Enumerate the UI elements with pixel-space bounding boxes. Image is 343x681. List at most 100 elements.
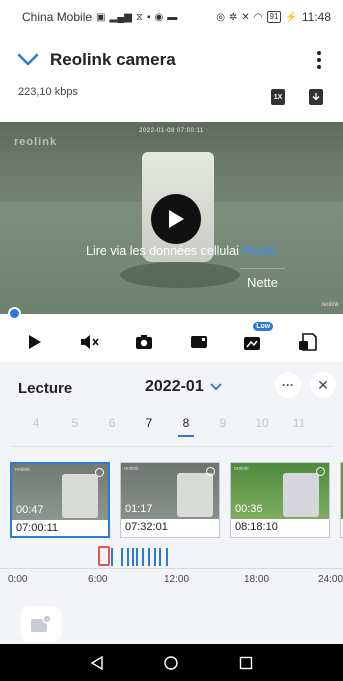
close-button[interactable]: ✕ bbox=[310, 372, 336, 398]
timeline-label: 0:00 bbox=[8, 574, 28, 585]
recording-segment[interactable] bbox=[147, 548, 150, 566]
timeline-label: 18:00 bbox=[244, 574, 270, 585]
clip-time: 07:00:11 bbox=[16, 522, 59, 534]
more-options-button[interactable]: ··· bbox=[275, 372, 301, 398]
sim-icon: ▣ bbox=[96, 11, 106, 23]
system-nav-bar bbox=[0, 644, 343, 681]
quality-badge: Low bbox=[252, 321, 275, 332]
record-icon[interactable] bbox=[184, 327, 214, 357]
message-icon: ▬ bbox=[167, 11, 178, 23]
thumb-watermark: reolink bbox=[15, 467, 30, 473]
vibrate-icon: ✲ bbox=[228, 11, 238, 23]
thumb-object bbox=[283, 473, 319, 517]
notification-icon: ▪ bbox=[147, 11, 151, 23]
quality-option-nette[interactable]: Nette bbox=[240, 275, 285, 290]
clip-duration: 01:17 bbox=[125, 503, 153, 515]
recording-segment[interactable] bbox=[131, 548, 134, 566]
eye-icon: ◎ bbox=[216, 11, 225, 23]
play-icon[interactable] bbox=[20, 327, 50, 357]
app-bar: Reolink camera bbox=[0, 40, 343, 80]
recording-segment[interactable] bbox=[154, 548, 157, 566]
recording-segment[interactable] bbox=[135, 548, 138, 566]
recents-nav-icon[interactable] bbox=[239, 656, 253, 670]
timeline-axis bbox=[0, 568, 343, 569]
select-circle-icon[interactable] bbox=[316, 467, 325, 476]
day-item: 4 bbox=[32, 416, 40, 430]
progress-handle[interactable] bbox=[8, 307, 21, 320]
quality-option-fluide[interactable]: Fluide bbox=[242, 244, 276, 258]
more-vertical-icon[interactable] bbox=[307, 46, 331, 74]
recording-segment[interactable] bbox=[126, 548, 129, 566]
day-item: 9 bbox=[219, 416, 227, 430]
day-item[interactable]: 7 bbox=[139, 416, 159, 430]
select-circle-icon[interactable] bbox=[206, 467, 215, 476]
quality-icon[interactable]: Low bbox=[238, 321, 275, 357]
day-strip: 4 5 6 7 8 9 10 11 bbox=[0, 416, 343, 436]
mute-bell-icon: ✕ bbox=[241, 11, 250, 23]
clip-duration: 00:36 bbox=[235, 503, 263, 515]
quality-menu: Nette bbox=[240, 268, 285, 290]
thumb-watermark: reolink bbox=[124, 466, 139, 472]
day-item: 10 bbox=[255, 416, 269, 430]
day-item: 11 bbox=[292, 416, 306, 430]
month-selector[interactable]: 2022-01 bbox=[145, 378, 222, 396]
sd-card-icon[interactable] bbox=[293, 327, 323, 357]
day-selection-indicator bbox=[178, 435, 194, 437]
app-icon: ◉ bbox=[154, 11, 164, 23]
mute-icon[interactable] bbox=[75, 327, 105, 357]
cellular-prompt-text: Lire via les données cellulai bbox=[86, 244, 239, 258]
timeline-label: 12:00 bbox=[164, 574, 190, 585]
home-nav-icon[interactable] bbox=[164, 655, 179, 670]
day-item: 6 bbox=[108, 416, 116, 430]
day-item: 5 bbox=[71, 416, 79, 430]
page-title: Reolink camera bbox=[50, 50, 176, 69]
chevron-down-icon bbox=[210, 383, 222, 391]
day-item-selected[interactable]: 8 bbox=[176, 416, 196, 430]
signal-icon: ▂▄▆ bbox=[109, 11, 132, 23]
album-button[interactable] bbox=[21, 606, 61, 642]
video-timestamp: 2022-01-08 07:00:11 bbox=[139, 128, 204, 134]
charging-icon: ⚡ bbox=[285, 11, 298, 23]
recording-segment[interactable] bbox=[142, 548, 145, 566]
clock: 11:48 bbox=[301, 10, 331, 24]
clip-card[interactable]: reolink 01:17 07:32:01 bbox=[120, 462, 220, 538]
hourglass-icon: ⧖ bbox=[135, 11, 143, 23]
video-shadow bbox=[120, 262, 240, 288]
back-nav-icon[interactable] bbox=[90, 655, 104, 670]
timeline-label: 24:00 bbox=[318, 574, 343, 585]
select-circle-icon[interactable] bbox=[95, 468, 104, 477]
wifi-icon: ◠ bbox=[253, 11, 263, 23]
recording-segment[interactable] bbox=[166, 548, 169, 566]
snapshot-icon[interactable] bbox=[129, 327, 159, 357]
chevron-down-icon[interactable] bbox=[14, 46, 42, 74]
clip-time: 07:32:01 bbox=[125, 521, 168, 533]
timeline-label: 6:00 bbox=[88, 574, 108, 585]
thumb-object bbox=[62, 474, 98, 518]
panel-title: Lecture bbox=[18, 380, 73, 397]
bitrate-readout: 223,10 kbps bbox=[18, 86, 78, 98]
clip-card[interactable]: reolink 00:47 07:00:11 bbox=[10, 462, 110, 538]
recording-segment[interactable] bbox=[159, 548, 162, 566]
thumb-object bbox=[177, 473, 213, 517]
month-label: 2022-01 bbox=[145, 378, 204, 395]
menu-divider bbox=[240, 268, 285, 269]
play-overlay-button[interactable] bbox=[151, 194, 201, 244]
recording-segment[interactable] bbox=[121, 548, 124, 566]
battery-icon: 91 bbox=[266, 11, 282, 23]
clip-duration: 00:47 bbox=[16, 504, 44, 516]
thumb-watermark: reolink bbox=[234, 466, 249, 472]
download-icon[interactable] bbox=[309, 89, 323, 105]
divider bbox=[12, 446, 332, 447]
video-player[interactable]: 2022-01-08 07:00:11 reolink Lire via les… bbox=[0, 122, 343, 314]
timeline[interactable]: 0:00 6:00 12:00 18:00 24:00 bbox=[0, 544, 343, 585]
watermark-logo: reolink bbox=[14, 136, 58, 148]
video-url-watermark: reolink bbox=[321, 302, 339, 308]
recording-segment[interactable] bbox=[110, 548, 113, 566]
speed-icon[interactable]: 1X bbox=[271, 89, 285, 105]
clip-card[interactable]: reolink 00:36 08:18:10 bbox=[230, 462, 330, 538]
carrier-name: China Mobile bbox=[22, 10, 93, 24]
cellular-prompt: Lire via les données cellulai Fluide bbox=[0, 244, 343, 258]
timeline-position-marker[interactable] bbox=[98, 546, 111, 566]
status-bar: China Mobile ▣ ▂▄▆ ⧖ ▪ ◉ ▬ ◎ ✲ ✕ ◠ 91 ⚡ … bbox=[0, 0, 343, 34]
playback-controls: Low bbox=[0, 321, 343, 358]
